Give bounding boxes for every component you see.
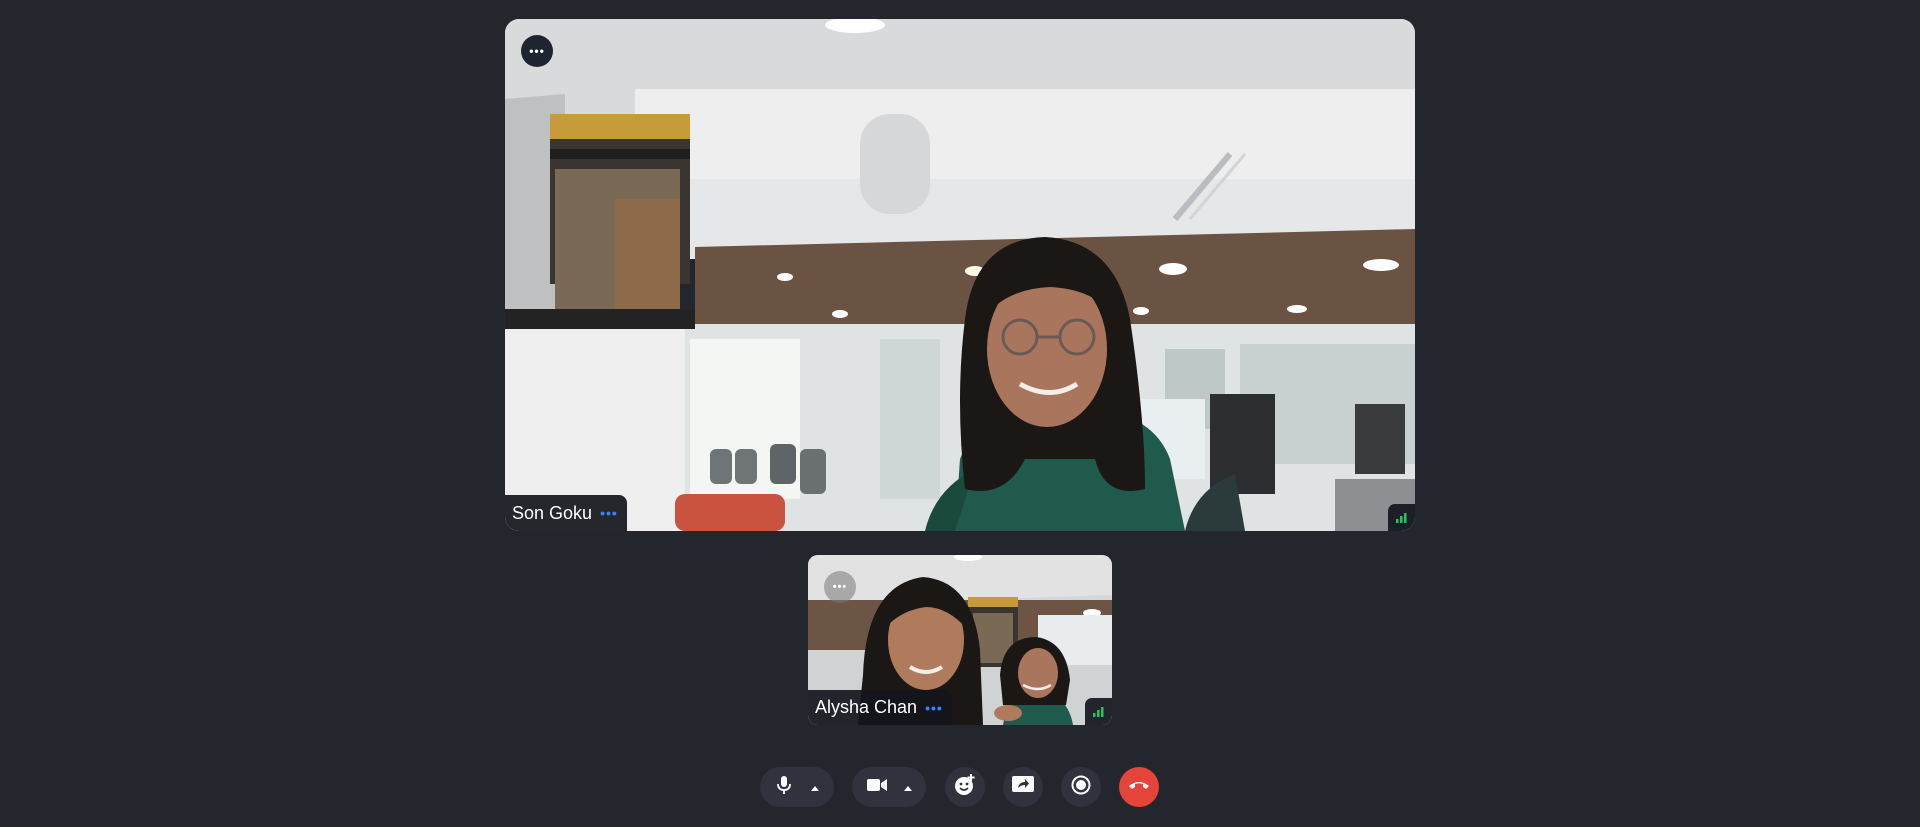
self-name: Alysha Chan [815, 697, 918, 717]
call-controls-toolbar [0, 767, 1920, 809]
microphone-control [760, 767, 834, 807]
main-video-tile[interactable]: ••• Son Goku ••• [505, 19, 1415, 531]
video-camera-icon[interactable] [866, 778, 887, 797]
record-icon [1071, 775, 1091, 800]
camera-control [852, 767, 926, 807]
camera-options-chevron-icon[interactable] [903, 778, 912, 796]
screen-share-icon [1012, 775, 1034, 799]
microphone-icon[interactable] [776, 775, 792, 800]
self-connection-signal-icon [1085, 698, 1112, 725]
main-participant-name-tag: Son Goku ••• [505, 495, 627, 531]
main-participant-name: Son Goku [512, 502, 593, 523]
phone-hangup-icon [1128, 778, 1150, 796]
self-name-tag: Alysha Chan ••• [808, 690, 952, 725]
self-tile-more-button[interactable]: ••• [824, 571, 856, 603]
record-button[interactable] [1061, 767, 1101, 807]
self-video-tile[interactable]: ••• Alysha Chan ••• [808, 555, 1112, 725]
main-video-feed [505, 19, 1415, 531]
microphone-options-chevron-icon[interactable] [810, 778, 819, 796]
main-tile-more-button[interactable]: ••• [521, 35, 553, 67]
reactions-button[interactable] [945, 767, 985, 807]
share-screen-button[interactable] [1003, 767, 1043, 807]
end-call-button[interactable] [1119, 767, 1159, 807]
emoji-add-icon [954, 773, 976, 801]
connection-signal-icon [1388, 504, 1415, 531]
main-participant-menu-icon[interactable]: ••• [600, 505, 618, 521]
self-menu-icon[interactable]: ••• [925, 700, 943, 716]
